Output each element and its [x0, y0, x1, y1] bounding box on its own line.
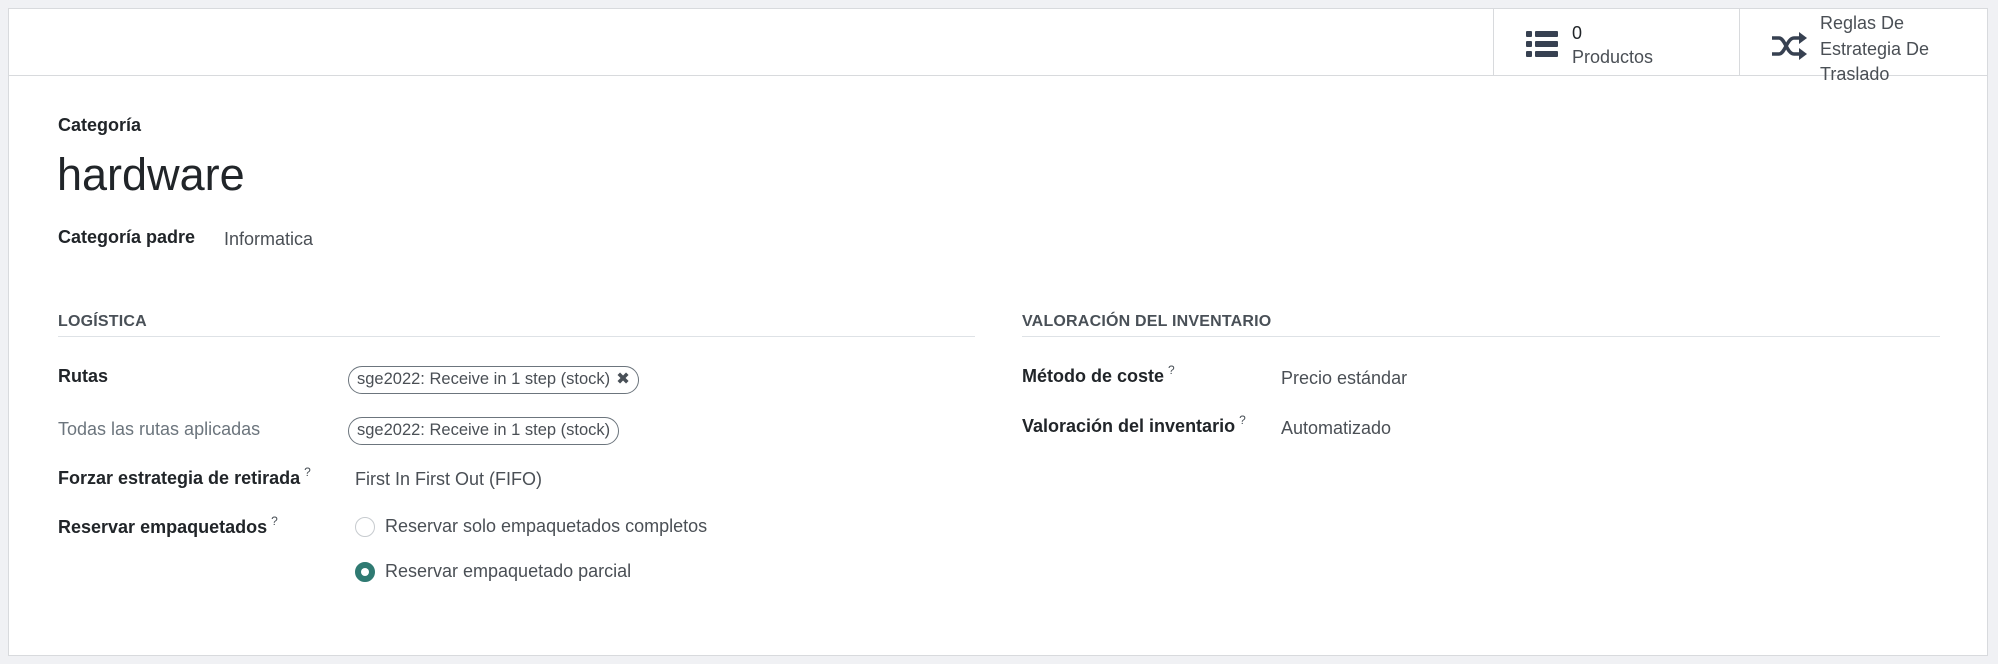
logistics-divider: [58, 336, 975, 337]
name-label: Categoría: [58, 115, 142, 135]
valuation-section-title: VALORACIÓN DEL INVENTARIO: [1022, 313, 1272, 330]
removal-rules-label: Reglas De Estrategia De Traslado: [1820, 13, 1930, 84]
inventory-valuation-label: Valoración del inventario?: [1022, 413, 1246, 437]
category-name[interactable]: hardware: [57, 149, 245, 201]
form-sheet: 0 Productos Reglas De Estrategia De Tras…: [8, 8, 1988, 656]
help-icon[interactable]: ?: [1168, 363, 1175, 377]
all-routes-label: Todas las rutas aplicadas: [58, 419, 261, 439]
routes-tag-label: sge2022: Receive in 1 step (stock): [357, 370, 611, 388]
shuffle-icon: [1772, 32, 1807, 60]
routes-tag[interactable]: sge2022: Receive in 1 step (stock) ✖: [348, 366, 639, 394]
removal-rules-stat-button[interactable]: Reglas De Estrategia De Traslado: [1739, 9, 1989, 84]
remove-tag-icon[interactable]: ✖: [616, 367, 630, 392]
all-routes-tag: sge2022: Receive in 1 step (stock): [348, 417, 620, 445]
list-icon: [1526, 31, 1558, 57]
routes-label: Rutas: [58, 366, 109, 386]
help-icon[interactable]: ?: [1239, 413, 1246, 427]
radio-label: Reservar solo empaquetados completos: [385, 516, 708, 536]
products-stat-button[interactable]: 0 Productos: [1493, 9, 1739, 76]
inventory-valuation-label-text: Valoración del inventario: [1022, 416, 1236, 436]
packaging-reserve-label-text: Reservar empaquetados: [58, 517, 268, 537]
help-icon[interactable]: ?: [271, 514, 278, 528]
cost-method-label-text: Método de coste: [1022, 366, 1165, 386]
radio-label: Reservar empaquetado parcial: [385, 561, 632, 581]
all-routes-tag-label: sge2022: Receive in 1 step (stock): [357, 421, 611, 439]
products-count: 0: [1572, 23, 1583, 43]
removal-strategy-label: Forzar estrategia de retirada?: [58, 465, 311, 489]
packaging-option-partial[interactable]: Reservar empaquetado parcial: [355, 561, 631, 582]
products-stat-text: 0 Productos: [1572, 21, 1653, 69]
packaging-reserve-label: Reservar empaquetados?: [58, 514, 278, 538]
cost-method-field[interactable]: Precio estándar: [1281, 368, 1407, 389]
removal-strategy-field[interactable]: First In First Out (FIFO): [355, 469, 542, 490]
radio-button[interactable]: [355, 516, 375, 537]
parent-category-label: Categoría padre: [58, 227, 196, 247]
valuation-divider: [1022, 336, 1940, 337]
help-icon[interactable]: ?: [304, 465, 311, 479]
button-box: 0 Productos Reglas De Estrategia De Tras…: [9, 9, 1989, 84]
cost-method-label: Método de coste?: [1022, 363, 1175, 387]
radio-button-checked[interactable]: [355, 561, 375, 582]
products-label: Productos: [1572, 47, 1654, 67]
removal-strategy-label-text: Forzar estrategia de retirada: [58, 468, 301, 488]
packaging-option-full[interactable]: Reservar solo empaquetados completos: [355, 516, 707, 537]
inventory-valuation-field[interactable]: Automatizado: [1281, 418, 1391, 439]
parent-category-field[interactable]: Informatica: [224, 229, 313, 250]
logistics-section-title: LOGÍSTICA: [58, 313, 147, 330]
